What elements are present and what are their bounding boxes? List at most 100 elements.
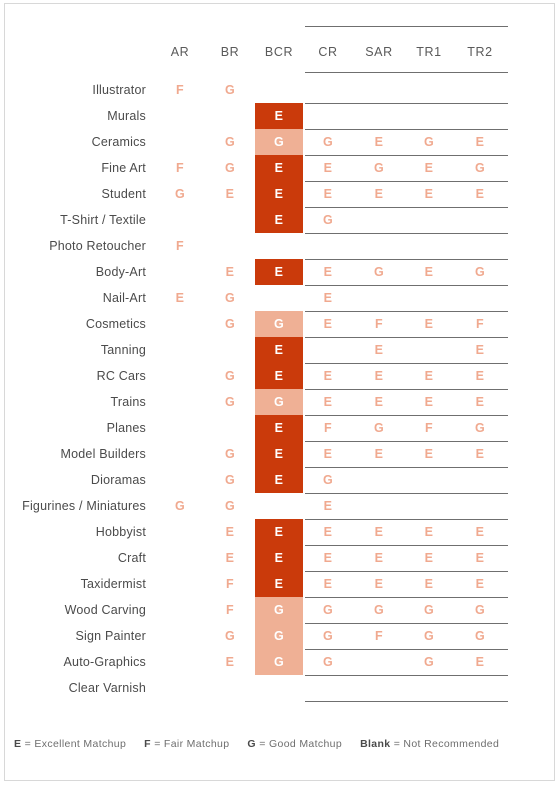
table-row: T-Shirt / Textile E G bbox=[0, 207, 560, 233]
cell-tr2 bbox=[456, 103, 504, 129]
cell-sar bbox=[355, 467, 403, 493]
table-row: Taxidermist F E E E E E bbox=[0, 571, 560, 597]
cell-br: G bbox=[224, 83, 236, 97]
cell-ar bbox=[156, 623, 204, 649]
row-label: Trains bbox=[110, 395, 146, 409]
cell-cr: E bbox=[323, 317, 333, 331]
table-row: Dioramas G E G bbox=[0, 467, 560, 493]
cell-ar bbox=[156, 337, 204, 363]
cell-br bbox=[206, 207, 254, 233]
legend-item: E = Excellent Matchup bbox=[14, 738, 126, 750]
cell-sar: E bbox=[374, 369, 384, 383]
row-label: Planes bbox=[106, 421, 146, 435]
cell-br: G bbox=[224, 369, 236, 383]
cell-br: G bbox=[224, 317, 236, 331]
column-header-row: AR BR BCR CR SAR TR1 TR2 bbox=[0, 37, 560, 67]
cell-bcr: E bbox=[274, 187, 284, 201]
table-row: Photo Retoucher F bbox=[0, 233, 560, 259]
cell-ar bbox=[156, 207, 204, 233]
legend-item: Blank = Not Recommended bbox=[360, 738, 499, 750]
cell-tr2: E bbox=[475, 343, 485, 357]
cell-br: F bbox=[226, 603, 234, 617]
cell-ar: F bbox=[176, 161, 184, 175]
matchup-matrix-page: AR BR BCR CR SAR TR1 TR2 Illustrator F G Murals E Ce… bbox=[0, 0, 560, 785]
cell-sar: E bbox=[374, 447, 384, 461]
cell-cr bbox=[304, 103, 352, 129]
cell-tr2 bbox=[456, 675, 504, 701]
cell-br: G bbox=[224, 135, 236, 149]
table-row: Auto-Graphics E G G G E bbox=[0, 649, 560, 675]
column-header-bcr: BCR bbox=[264, 45, 294, 59]
table-row: Student G E E E E E E bbox=[0, 181, 560, 207]
cell-sar: E bbox=[374, 343, 384, 357]
cell-cr: E bbox=[323, 577, 333, 591]
cell-ar: F bbox=[176, 239, 184, 253]
cell-tr1: G bbox=[423, 603, 435, 617]
table-row: Illustrator F G bbox=[0, 77, 560, 103]
cell-bcr: E bbox=[274, 421, 284, 435]
cell-bcr bbox=[255, 285, 303, 311]
cell-tr2: F bbox=[476, 317, 484, 331]
column-header-sar: SAR bbox=[365, 45, 393, 59]
legend-text: = Not Recommended bbox=[393, 738, 500, 750]
cell-cr: E bbox=[323, 447, 333, 461]
cell-sar bbox=[355, 207, 403, 233]
cell-sar: E bbox=[374, 187, 384, 201]
cell-tr1 bbox=[405, 285, 453, 311]
cell-tr1: G bbox=[423, 629, 435, 643]
cell-ar bbox=[156, 415, 204, 441]
cell-sar: E bbox=[374, 525, 384, 539]
cell-bcr: G bbox=[273, 317, 285, 331]
cell-sar: E bbox=[374, 135, 384, 149]
cell-bcr: E bbox=[274, 213, 284, 227]
cell-br: G bbox=[224, 395, 236, 409]
cell-ar bbox=[156, 311, 204, 337]
column-header-cr: CR bbox=[318, 45, 338, 59]
cell-br: E bbox=[225, 551, 235, 565]
cell-tr2: E bbox=[475, 551, 485, 565]
cell-ar: E bbox=[175, 291, 185, 305]
row-label: Tanning bbox=[100, 343, 146, 357]
cell-tr2: G bbox=[474, 265, 486, 279]
cell-tr1: E bbox=[424, 161, 434, 175]
table-row: RC Cars G E E E E E bbox=[0, 363, 560, 389]
row-label: Ceramics bbox=[91, 135, 146, 149]
cell-ar bbox=[156, 363, 204, 389]
cell-br bbox=[206, 415, 254, 441]
cell-cr: E bbox=[323, 395, 333, 409]
cell-ar: G bbox=[174, 187, 186, 201]
cell-bcr: E bbox=[274, 525, 284, 539]
table-row: Clear Varnish bbox=[0, 675, 560, 701]
table-row: Nail-Art E G E bbox=[0, 285, 560, 311]
cell-sar: E bbox=[374, 577, 384, 591]
cell-tr2: E bbox=[475, 655, 485, 669]
cell-tr1: E bbox=[424, 525, 434, 539]
cell-ar: F bbox=[176, 83, 184, 97]
cell-tr2 bbox=[456, 77, 504, 103]
cell-sar: G bbox=[373, 421, 385, 435]
cell-ar bbox=[156, 675, 204, 701]
table-row: Cosmetics G G E F E F bbox=[0, 311, 560, 337]
cell-br bbox=[206, 103, 254, 129]
cell-ar bbox=[156, 103, 204, 129]
cell-bcr: E bbox=[274, 473, 284, 487]
cell-cr: E bbox=[323, 187, 333, 201]
cell-bcr: G bbox=[273, 135, 285, 149]
cell-tr1 bbox=[405, 675, 453, 701]
cell-br: F bbox=[226, 577, 234, 591]
row-label: Illustrator bbox=[92, 83, 146, 97]
cell-br: E bbox=[225, 525, 235, 539]
cell-tr2 bbox=[456, 467, 504, 493]
cell-br bbox=[206, 337, 254, 363]
row-label: T-Shirt / Textile bbox=[60, 213, 146, 227]
cell-tr1: E bbox=[424, 577, 434, 591]
cell-br: E bbox=[225, 265, 235, 279]
cell-sar bbox=[355, 649, 403, 675]
cell-ar bbox=[156, 441, 204, 467]
cell-bcr bbox=[255, 493, 303, 519]
rule-row-separator bbox=[305, 701, 508, 702]
cell-tr1: G bbox=[423, 135, 435, 149]
cell-cr: F bbox=[324, 421, 332, 435]
cell-br bbox=[206, 675, 254, 701]
cell-br: E bbox=[225, 655, 235, 669]
